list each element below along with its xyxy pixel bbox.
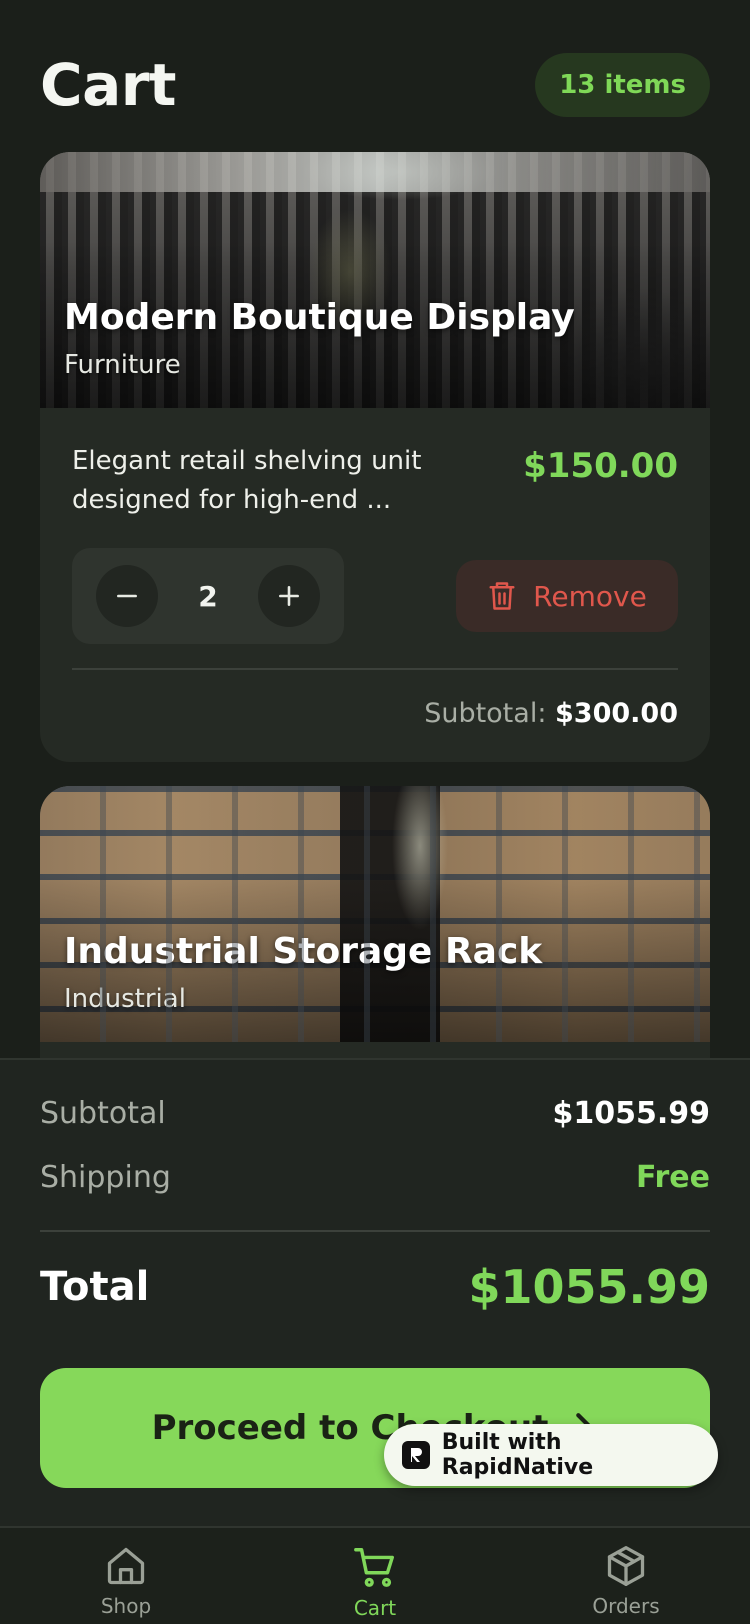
divider [40,1230,710,1232]
quantity-stepper: 2 [72,548,344,644]
item-subtotal: Subtotal: $300.00 [72,698,678,729]
remove-button[interactable]: Remove [456,560,678,632]
tab-orders-label: Orders [592,1594,660,1618]
product-image[interactable]: Modern Boutique Display Furniture [40,152,710,408]
item-count-badge: 13 items [535,53,710,117]
rapidnative-logo-icon [402,1441,430,1469]
remove-label: Remove [533,579,647,613]
plus-icon [279,586,299,606]
page-title: Cart [40,51,177,119]
built-with-label: Built with RapidNative [441,1430,594,1480]
product-category: Industrial [64,984,186,1014]
decrease-quantity-button[interactable] [96,565,158,627]
trash-icon [489,582,515,610]
increase-quantity-button[interactable] [257,565,320,627]
cart-item-card: Modern Boutique Display Furniture Elegan… [40,152,710,762]
total-label: Total [40,1264,150,1310]
summary-shipping-row: Shipping Free [40,1160,710,1195]
divider [72,668,678,670]
minus-icon [117,594,137,598]
tab-orders[interactable]: Orders [546,1544,706,1618]
product-price: $150.00 [523,446,678,486]
tab-shop-label: Shop [100,1594,152,1618]
product-category: Furniture [64,350,181,380]
box-icon [607,1546,645,1586]
tab-cart-label: Cart [353,1596,397,1620]
quantity-value: 2 [198,579,218,613]
subtotal-label: Subtotal [40,1096,166,1131]
shipping-value: Free [635,1160,710,1195]
product-name: Modern Boutique Display [64,297,575,338]
built-with-badge[interactable]: Built with RapidNative [384,1424,718,1486]
product-name: Industrial Storage Rack [64,931,543,972]
total-value: $1055.99 [468,1260,710,1314]
tab-bar: Shop Cart Orders [0,1526,750,1624]
item-subtotal-value: $300.00 [555,698,678,729]
summary-subtotal-row: Subtotal $1055.99 [40,1096,710,1131]
subtotal-value: $1055.99 [552,1096,710,1131]
shipping-label: Shipping [40,1160,171,1195]
tab-cart[interactable]: Cart [295,1544,455,1620]
image-overlay [40,786,710,1042]
product-description: Elegant retail shelving unit designed fo… [72,446,422,515]
summary-total-row: Total $1055.99 [40,1260,710,1314]
cart-item-body: Elegant retail shelving unit designed fo… [40,442,710,729]
tab-shop[interactable]: Shop [46,1544,206,1618]
item-subtotal-label: Subtotal: [424,698,547,729]
cart-icon [354,1548,394,1587]
home-icon [107,1547,145,1585]
product-image[interactable]: Industrial Storage Rack Industrial [40,786,710,1042]
header: Cart 13 items [40,48,710,122]
